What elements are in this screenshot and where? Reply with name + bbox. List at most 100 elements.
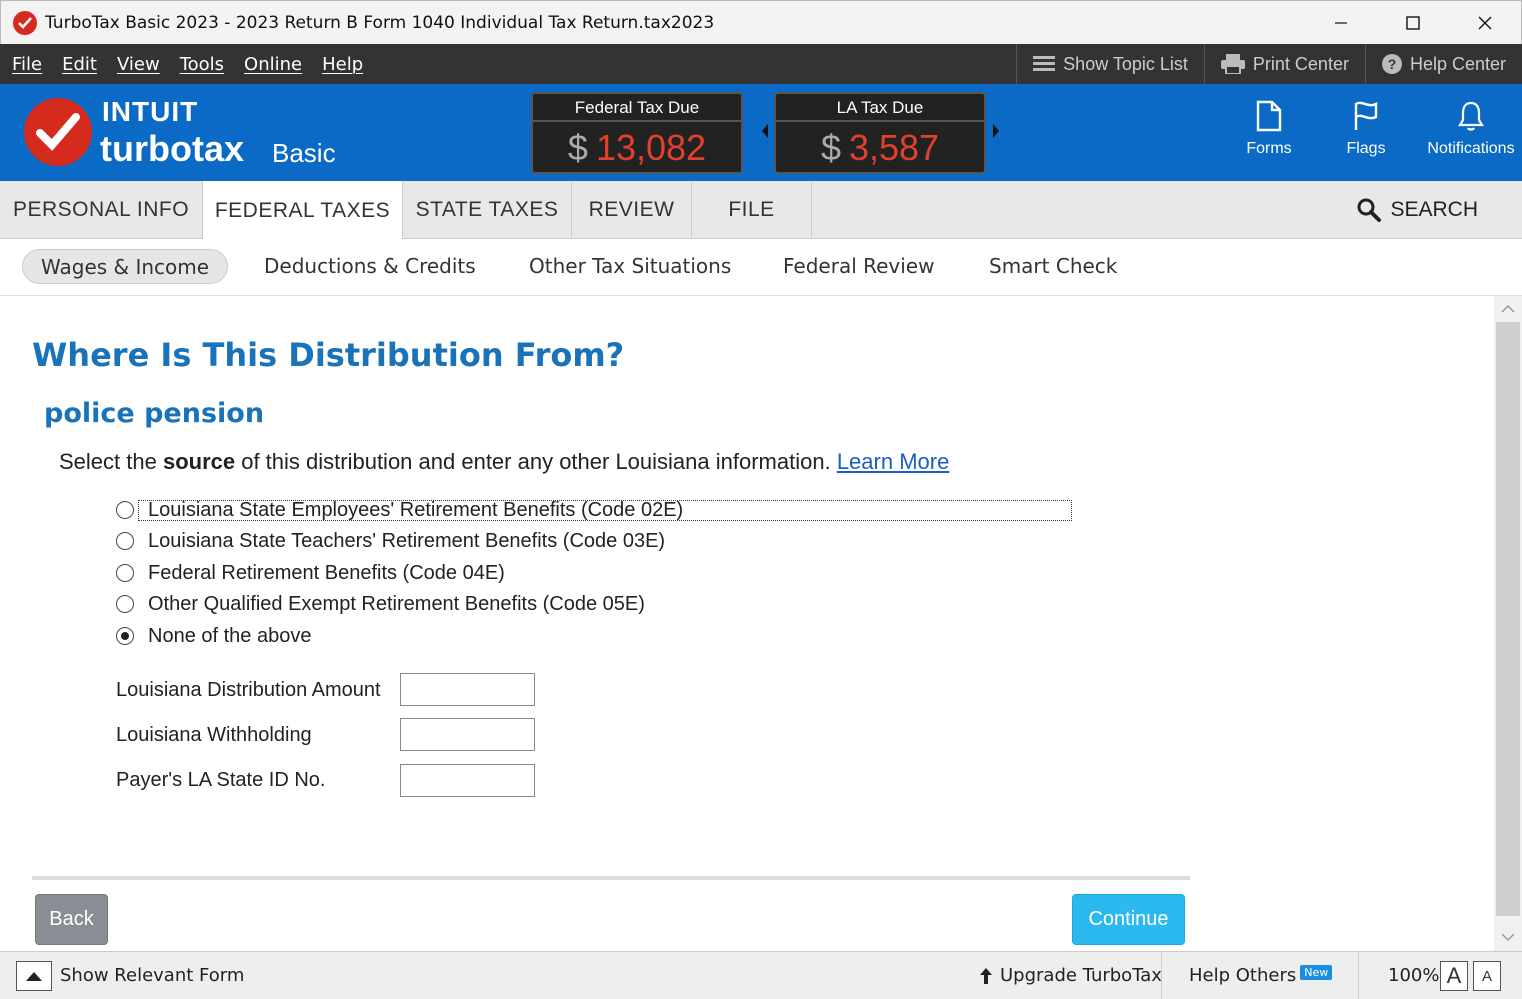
- show-relevant-form-toggle[interactable]: [16, 961, 52, 991]
- flags-button[interactable]: Flags: [1340, 100, 1392, 158]
- search-icon: [1357, 198, 1382, 222]
- scroll-thumb[interactable]: [1496, 322, 1520, 916]
- close-button[interactable]: [1449, 1, 1521, 45]
- show-topic-list-button[interactable]: Show Topic List: [1016, 44, 1204, 84]
- minimize-icon: [1335, 22, 1347, 24]
- federal-tax-due-amount: $13,082: [533, 122, 741, 174]
- notifications-button[interactable]: Notifications: [1424, 100, 1518, 158]
- forms-label: Forms: [1246, 140, 1292, 157]
- option-04e[interactable]: Federal Retirement Benefits (Code 04E): [116, 559, 505, 587]
- help-center-button[interactable]: ? Help Center: [1364, 44, 1522, 84]
- tab-state-taxes[interactable]: STATE TAXES: [403, 181, 572, 239]
- upgrade-turbotax-link[interactable]: Upgrade TurboTax: [1000, 965, 1162, 986]
- maximize-icon: [1406, 16, 1420, 30]
- subtab-federal-review[interactable]: Federal Review: [783, 249, 934, 284]
- subtab-deductions-credits[interactable]: Deductions & Credits: [264, 249, 476, 284]
- document-icon: [1256, 100, 1282, 132]
- radio-04e[interactable]: [116, 564, 134, 582]
- next-arrow-icon[interactable]: [993, 124, 999, 138]
- subtab-wages-income[interactable]: Wages & Income: [22, 249, 229, 284]
- show-relevant-form-label[interactable]: Show Relevant Form: [60, 965, 244, 986]
- menu-view[interactable]: View: [117, 54, 160, 75]
- learn-more-link[interactable]: Learn More: [837, 449, 950, 474]
- option-03e-label: Louisiana State Teachers' Retirement Ben…: [148, 529, 666, 552]
- tab-federal-taxes[interactable]: FEDERAL TAXES: [203, 181, 403, 240]
- tab-review[interactable]: REVIEW: [572, 181, 692, 239]
- subtab-smart-check[interactable]: Smart Check: [989, 249, 1117, 284]
- instruction-text: Select the source of this distribution a…: [59, 449, 949, 475]
- print-center-button[interactable]: Print Center: [1203, 44, 1365, 84]
- search-button[interactable]: SEARCH: [1356, 181, 1478, 239]
- payer-id-label: Payer's LA State ID No.: [116, 769, 326, 791]
- radio-02e[interactable]: [116, 501, 134, 519]
- menu-file[interactable]: File: [12, 54, 42, 75]
- sub-tabs: Wages & Income Deductions & Credits Othe…: [0, 239, 1522, 296]
- notifications-label: Notifications: [1427, 140, 1515, 157]
- print-center-label: Print Center: [1252, 53, 1349, 74]
- vertical-scrollbar[interactable]: [1494, 296, 1522, 951]
- option-05e[interactable]: Other Qualified Exempt Retirement Benefi…: [116, 590, 645, 618]
- option-02e[interactable]: Louisiana State Employees' Retirement Be…: [116, 496, 683, 524]
- withholding-input[interactable]: [400, 718, 535, 751]
- federal-amount-value: 13,082: [595, 127, 707, 168]
- brand-intuit: INTUIT: [102, 96, 199, 127]
- menu-online[interactable]: Online: [244, 54, 302, 75]
- subtab-other-tax-situations[interactable]: Other Tax Situations: [529, 249, 731, 284]
- previous-arrow-icon[interactable]: [762, 124, 768, 138]
- window-controls: [1305, 1, 1521, 45]
- window-titlebar: TurboTax Basic 2023 - 2023 Return B Form…: [0, 0, 1522, 44]
- distribution-amount-input[interactable]: [400, 673, 535, 706]
- state-tax-due-box[interactable]: LA Tax Due $3,587: [774, 92, 986, 174]
- federal-tax-due-label: Federal Tax Due: [533, 94, 741, 122]
- back-button[interactable]: Back: [35, 894, 108, 945]
- brand-turbotax: turbotax: [100, 128, 244, 169]
- minimize-button[interactable]: [1305, 1, 1377, 45]
- state-tax-due-amount: $3,587: [776, 122, 984, 174]
- radio-05e[interactable]: [116, 595, 134, 613]
- radio-03e[interactable]: [116, 532, 134, 550]
- instruction-pre: Select the: [59, 449, 163, 474]
- svg-text:?: ?: [1388, 56, 1397, 72]
- menu-tools[interactable]: Tools: [180, 54, 224, 75]
- font-decrease-button[interactable]: A: [1473, 961, 1501, 991]
- help-others-label: Help Others: [1189, 965, 1297, 986]
- page-subtitle: police pension: [44, 398, 265, 429]
- search-label: SEARCH: [1390, 198, 1478, 221]
- payer-id-input[interactable]: [400, 764, 535, 797]
- scroll-up-icon[interactable]: [1501, 304, 1515, 314]
- option-03e[interactable]: Louisiana State Teachers' Retirement Ben…: [116, 527, 665, 555]
- flags-label: Flags: [1346, 140, 1386, 157]
- scroll-down-icon[interactable]: [1501, 932, 1515, 942]
- withholding-label: Louisiana Withholding: [116, 724, 312, 746]
- option-none-label: None of the above: [148, 624, 312, 647]
- bell-icon: [1458, 101, 1484, 131]
- option-04e-label: Federal Retirement Benefits (Code 04E): [148, 561, 505, 584]
- status-separator: [1161, 952, 1162, 999]
- status-bar: Show Relevant Form Upgrade TurboTax Help…: [0, 951, 1522, 999]
- zoom-level: 100%: [1388, 965, 1440, 986]
- forms-button[interactable]: Forms: [1240, 100, 1298, 158]
- help-others-link[interactable]: Help Others New: [1189, 965, 1333, 986]
- distribution-amount-label: Louisiana Distribution Amount: [116, 679, 381, 701]
- menu-help[interactable]: Help: [322, 54, 363, 75]
- turbotax-logo-icon: [24, 98, 92, 166]
- menu-edit[interactable]: Edit: [62, 54, 97, 75]
- option-none[interactable]: None of the above: [116, 622, 311, 650]
- continue-button[interactable]: Continue: [1072, 894, 1185, 945]
- state-tax-due-label: LA Tax Due: [776, 94, 984, 122]
- show-topic-list-label: Show Topic List: [1063, 53, 1188, 74]
- radio-none-selected[interactable]: [116, 627, 134, 645]
- option-05e-label: Other Qualified Exempt Retirement Benefi…: [148, 592, 645, 615]
- help-icon: ?: [1381, 54, 1402, 74]
- federal-tax-due-box[interactable]: Federal Tax Due $13,082: [531, 92, 743, 174]
- main-tabs: PERSONAL INFO FEDERAL TAXES STATE TAXES …: [0, 181, 1522, 240]
- font-increase-button[interactable]: A: [1440, 961, 1468, 991]
- maximize-button[interactable]: [1377, 1, 1449, 45]
- tab-file[interactable]: FILE: [692, 181, 812, 239]
- status-separator: [1358, 952, 1359, 999]
- page-title: Where Is This Distribution From?: [32, 336, 625, 374]
- new-badge: New: [1300, 965, 1333, 980]
- tab-personal-info[interactable]: PERSONAL INFO: [0, 181, 203, 239]
- state-amount-value: 3,587: [848, 127, 940, 168]
- main-content: Where Is This Distribution From? police …: [0, 296, 1494, 951]
